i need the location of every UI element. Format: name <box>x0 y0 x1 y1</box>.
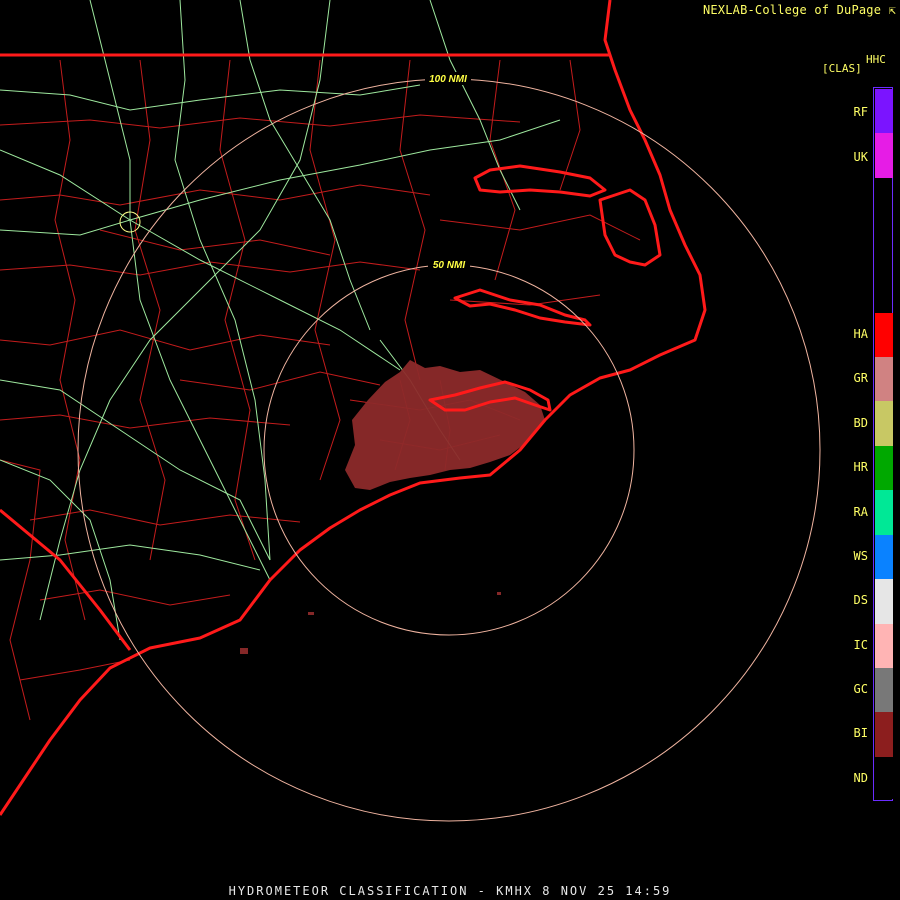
legend-swatch-bd <box>875 401 893 446</box>
legend-label-ws: WS <box>853 549 868 563</box>
legend-label-bi: BI <box>853 726 868 740</box>
legend-swatch-ha <box>875 313 893 357</box>
legend-label-rf: RF <box>853 105 868 119</box>
legend-swatch-ws <box>875 535 893 579</box>
legend-label-ds: DS <box>853 593 868 607</box>
legend-color-bar <box>873 87 893 801</box>
legend-label-bd: BD <box>853 416 868 430</box>
legend-swatch-ic <box>875 624 893 668</box>
legend-swatch-uk <box>875 133 893 178</box>
radar-echo <box>240 360 545 654</box>
range-label-100: 100 NMI <box>429 74 467 85</box>
legend-units: [CLAS] <box>822 62 862 75</box>
range-label-50: 50 NMI <box>433 260 465 271</box>
legend-product-code: HHC <box>866 53 886 66</box>
legend-label-uk: UK <box>853 150 868 164</box>
legend-swatch-ds <box>875 579 893 624</box>
site-credit[interactable]: NEXLAB-College of DuPage ⇱ <box>703 3 896 17</box>
legend-swatch-nd <box>875 757 893 799</box>
legend-swatch-hr <box>875 446 893 490</box>
highways <box>0 0 561 641</box>
legend-label-gc: GC <box>853 682 868 696</box>
legend-label-ic: IC <box>853 638 868 652</box>
legend-label-gr: GR <box>853 371 868 385</box>
legend-swatch-gc <box>875 668 893 712</box>
legend-swatch-rf <box>875 89 893 133</box>
legend-swatch-gr <box>875 357 893 401</box>
legend-label-nd: ND <box>853 771 868 785</box>
legend-swatch-ra <box>875 490 893 535</box>
legend-label-ha: HA <box>853 327 868 341</box>
legend-label-hr: HR <box>853 460 868 474</box>
county-lines <box>0 59 641 721</box>
legend-label-ra: RA <box>853 505 868 519</box>
legend-swatch-bi <box>875 712 893 757</box>
radar-map: 100 NMI 50 NMI <box>0 0 821 822</box>
product-title: HYDROMETEOR CLASSIFICATION - KMHX 8 NOV … <box>228 884 672 898</box>
